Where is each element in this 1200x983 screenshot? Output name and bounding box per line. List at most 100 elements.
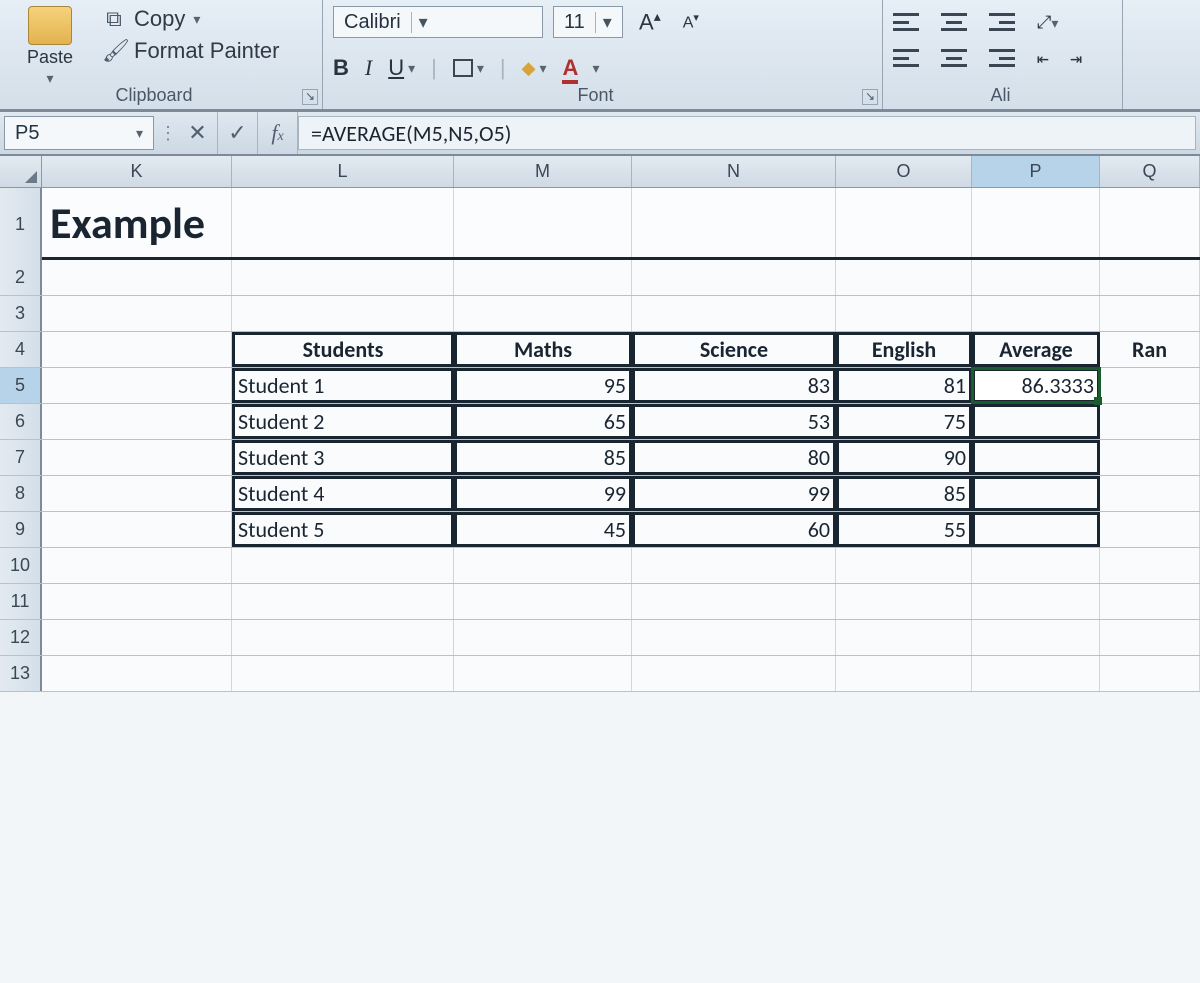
align-right-button[interactable] [989, 49, 1015, 67]
cell[interactable] [42, 260, 232, 295]
cell[interactable] [454, 296, 632, 331]
column-header-O[interactable]: O [836, 156, 972, 187]
row-header-6[interactable]: 6 [0, 404, 42, 439]
cell[interactable]: Example [42, 188, 232, 257]
column-header-N[interactable]: N [632, 156, 836, 187]
cell[interactable] [1100, 584, 1200, 619]
cell-student[interactable]: Student 1 [232, 368, 454, 403]
decrease-indent-button[interactable]: ⇤ [1037, 46, 1048, 70]
orientation-button[interactable]: ⤢▾ [1037, 12, 1058, 33]
cell-science[interactable]: 60 [632, 512, 836, 547]
font-name-combo[interactable]: Calibri ▾ [333, 6, 543, 38]
cell[interactable] [1100, 476, 1200, 511]
name-box[interactable]: P5 ▾ [4, 116, 154, 150]
align-center-button[interactable] [941, 49, 967, 67]
format-painter-button[interactable]: 🖌 Format Painter [102, 38, 312, 64]
row-header-7[interactable]: 7 [0, 440, 42, 475]
cell[interactable] [632, 620, 836, 655]
cell-maths[interactable]: 65 [454, 404, 632, 439]
cell[interactable] [454, 584, 632, 619]
insert-function-button[interactable]: fx [258, 112, 298, 154]
column-header-P[interactable]: P [972, 156, 1100, 187]
header-rank[interactable]: Ran [1100, 332, 1200, 367]
cell[interactable] [632, 548, 836, 583]
cell-average[interactable] [972, 404, 1100, 439]
row-header-4[interactable]: 4 [0, 332, 42, 367]
cell[interactable] [232, 296, 454, 331]
cell[interactable] [836, 584, 972, 619]
cell[interactable] [836, 260, 972, 295]
cell[interactable] [42, 404, 232, 439]
align-top-button[interactable] [893, 13, 919, 31]
cell[interactable] [972, 260, 1100, 295]
cell-english[interactable]: 81 [836, 368, 972, 403]
select-all-button[interactable] [0, 156, 42, 187]
cell-student[interactable]: Student 3 [232, 440, 454, 475]
row-header-2[interactable]: 2 [0, 260, 42, 295]
cell[interactable] [1100, 188, 1200, 257]
cell[interactable] [454, 620, 632, 655]
font-launcher[interactable]: ↘ [862, 89, 878, 105]
align-middle-button[interactable] [941, 13, 967, 31]
cell[interactable] [232, 584, 454, 619]
row-header-10[interactable]: 10 [0, 548, 42, 583]
cell[interactable] [42, 584, 232, 619]
cell-english[interactable]: 85 [836, 476, 972, 511]
borders-button[interactable]: ▾ [453, 59, 484, 77]
cell[interactable] [232, 548, 454, 583]
cell[interactable] [454, 656, 632, 691]
row-header-13[interactable]: 13 [0, 656, 42, 691]
row-header-3[interactable]: 3 [0, 296, 42, 331]
cell-average[interactable] [972, 512, 1100, 547]
cell-science[interactable]: 83 [632, 368, 836, 403]
cell[interactable] [232, 188, 454, 257]
cell-science[interactable]: 99 [632, 476, 836, 511]
cell[interactable] [42, 548, 232, 583]
font-color-button[interactable]: A ▾ [562, 55, 599, 81]
cell-average[interactable] [972, 440, 1100, 475]
cell[interactable] [42, 620, 232, 655]
cell[interactable] [42, 440, 232, 475]
column-header-Q[interactable]: Q [1100, 156, 1200, 187]
cell[interactable] [1100, 296, 1200, 331]
increase-indent-button[interactable]: ⇥ [1070, 46, 1081, 70]
decrease-font-button[interactable]: A▾ [677, 11, 705, 32]
font-size-combo[interactable]: 11 ▾ [553, 6, 623, 38]
bold-button[interactable]: B [333, 55, 349, 81]
cell[interactable] [972, 656, 1100, 691]
cell[interactable] [1100, 368, 1200, 403]
cell-science[interactable]: 80 [632, 440, 836, 475]
align-bottom-button[interactable] [989, 13, 1015, 31]
cell[interactable] [1100, 656, 1200, 691]
column-header-L[interactable]: L [232, 156, 454, 187]
cell-english[interactable]: 55 [836, 512, 972, 547]
cell[interactable] [454, 260, 632, 295]
header-students[interactable]: Students [232, 332, 454, 367]
cell[interactable] [232, 620, 454, 655]
cell[interactable] [836, 548, 972, 583]
header-english[interactable]: English [836, 332, 972, 367]
header-science[interactable]: Science [632, 332, 836, 367]
row-header-11[interactable]: 11 [0, 584, 42, 619]
row-header-12[interactable]: 12 [0, 620, 42, 655]
cell[interactable] [972, 620, 1100, 655]
cell[interactable] [42, 368, 232, 403]
accept-formula-button[interactable]: ✓ [218, 112, 258, 154]
cell[interactable] [1100, 620, 1200, 655]
cell[interactable] [1100, 260, 1200, 295]
cell[interactable] [1100, 440, 1200, 475]
cell-english[interactable]: 90 [836, 440, 972, 475]
cell[interactable] [836, 656, 972, 691]
cell[interactable] [232, 260, 454, 295]
cell[interactable] [42, 332, 232, 367]
header-maths[interactable]: Maths [454, 332, 632, 367]
fill-color-button[interactable]: ▾ [522, 58, 547, 79]
cell[interactable] [836, 620, 972, 655]
cell[interactable] [232, 656, 454, 691]
column-header-K[interactable]: K [42, 156, 232, 187]
cell[interactable] [632, 188, 836, 257]
cell[interactable] [632, 296, 836, 331]
cell[interactable] [42, 296, 232, 331]
cell[interactable] [454, 548, 632, 583]
cell-maths[interactable]: 45 [454, 512, 632, 547]
